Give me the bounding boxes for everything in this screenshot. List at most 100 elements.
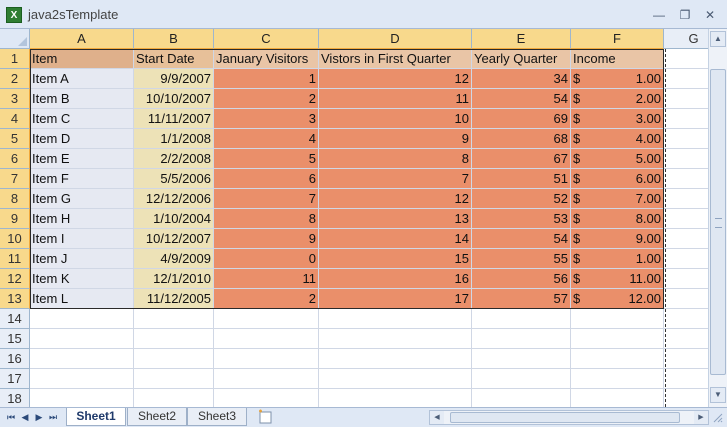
column-header-c[interactable]: C	[214, 29, 319, 49]
cell[interactable]	[664, 369, 708, 389]
cell[interactable]: 16	[319, 269, 472, 289]
cell[interactable]	[571, 309, 664, 329]
cell[interactable]: $3.00	[571, 109, 664, 129]
spreadsheet-grid[interactable]: A B C D E F G 1 Item Start Date January Visitors Vi…	[0, 29, 708, 407]
cell[interactable]	[472, 349, 571, 369]
cell[interactable]: 8	[319, 149, 472, 169]
cell[interactable]	[664, 169, 708, 189]
row-header-17[interactable]: 17	[0, 369, 30, 389]
cell[interactable]	[664, 349, 708, 369]
cell[interactable]: 11/12/2005	[134, 289, 214, 309]
cell[interactable]: Item B	[30, 89, 134, 109]
row-header-4[interactable]: 4	[0, 109, 30, 129]
horizontal-scrollbar[interactable]: ◀ ▶	[429, 410, 709, 425]
cell[interactable]	[134, 349, 214, 369]
cell[interactable]: 54	[472, 89, 571, 109]
cell[interactable]: 12	[319, 69, 472, 89]
cell[interactable]: 68	[472, 129, 571, 149]
scroll-down-icon[interactable]: ▼	[710, 387, 726, 403]
scroll-left-icon[interactable]: ◀	[430, 411, 444, 424]
cell[interactable]	[319, 329, 472, 349]
cell[interactable]	[664, 289, 708, 309]
cell[interactable]: $7.00	[571, 189, 664, 209]
cell[interactable]	[664, 89, 708, 109]
column-header-b[interactable]: B	[134, 29, 214, 49]
cell[interactable]	[664, 329, 708, 349]
column-header-a[interactable]: A	[30, 29, 134, 49]
cell[interactable]: Item K	[30, 269, 134, 289]
cell[interactable]	[571, 329, 664, 349]
cell[interactable]: $2.00	[571, 89, 664, 109]
cell[interactable]	[214, 329, 319, 349]
cell[interactable]: 10	[319, 109, 472, 129]
cell[interactable]: Item D	[30, 129, 134, 149]
cell[interactable]	[664, 229, 708, 249]
row-header-8[interactable]: 8	[0, 189, 30, 209]
restore-icon[interactable]: ❐	[677, 7, 693, 23]
cell[interactable]: 34	[472, 69, 571, 89]
row-header-18[interactable]: 18	[0, 389, 30, 407]
sheet-tab-sheet2[interactable]: Sheet2	[127, 408, 187, 426]
cell[interactable]	[571, 389, 664, 407]
cell[interactable]	[472, 309, 571, 329]
cell[interactable]: 13	[319, 209, 472, 229]
cell[interactable]	[134, 369, 214, 389]
cell[interactable]: $6.00	[571, 169, 664, 189]
column-header-e[interactable]: E	[472, 29, 571, 49]
cell[interactable]: 1/10/2004	[134, 209, 214, 229]
next-sheet-icon[interactable]: ▶	[33, 410, 45, 424]
cell[interactable]	[472, 389, 571, 407]
sheet-tab-sheet3[interactable]: Sheet3	[187, 408, 247, 426]
cell[interactable]	[30, 349, 134, 369]
cell[interactable]: 5/5/2006	[134, 169, 214, 189]
cell[interactable]	[664, 309, 708, 329]
cell[interactable]	[319, 369, 472, 389]
cell[interactable]: $4.00	[571, 129, 664, 149]
header-cell[interactable]: Income	[571, 49, 664, 69]
cell[interactable]: 6	[214, 169, 319, 189]
cell[interactable]: $1.00	[571, 249, 664, 269]
excel-icon[interactable]: X	[6, 7, 22, 23]
header-cell[interactable]: Start Date	[134, 49, 214, 69]
cell[interactable]: $1.00	[571, 69, 664, 89]
cell[interactable]: 69	[472, 109, 571, 129]
cell[interactable]: 11	[214, 269, 319, 289]
row-header-9[interactable]: 9	[0, 209, 30, 229]
cell[interactable]: 11	[319, 89, 472, 109]
column-header-f[interactable]: F	[571, 29, 664, 49]
row-header-14[interactable]: 14	[0, 309, 30, 329]
cell[interactable]: 56	[472, 269, 571, 289]
cell[interactable]	[472, 369, 571, 389]
row-header-5[interactable]: 5	[0, 129, 30, 149]
row-header-7[interactable]: 7	[0, 169, 30, 189]
cell[interactable]: $5.00	[571, 149, 664, 169]
cell[interactable]: 0	[214, 249, 319, 269]
cell[interactable]: 12/12/2006	[134, 189, 214, 209]
cell[interactable]: Item I	[30, 229, 134, 249]
cell[interactable]: Item E	[30, 149, 134, 169]
cell[interactable]: Item A	[30, 69, 134, 89]
cell[interactable]: 54	[472, 229, 571, 249]
row-header-10[interactable]: 10	[0, 229, 30, 249]
cell[interactable]: Item H	[30, 209, 134, 229]
vertical-scroll-thumb[interactable]	[710, 69, 726, 375]
row-header-1[interactable]: 1	[0, 49, 30, 69]
cell[interactable]	[664, 149, 708, 169]
insert-sheet-icon[interactable]	[256, 409, 274, 425]
cell[interactable]: 14	[319, 229, 472, 249]
cell[interactable]	[30, 309, 134, 329]
cell[interactable]	[30, 389, 134, 407]
column-header-g[interactable]: G	[664, 29, 708, 49]
header-cell[interactable]: January Visitors	[214, 49, 319, 69]
cell[interactable]	[214, 369, 319, 389]
last-sheet-icon[interactable]: ⏭	[47, 410, 59, 424]
cell[interactable]	[571, 349, 664, 369]
select-all-corner[interactable]	[0, 29, 30, 49]
cell[interactable]: 17	[319, 289, 472, 309]
scroll-right-icon[interactable]: ▶	[694, 411, 708, 424]
cell[interactable]	[664, 209, 708, 229]
row-header-15[interactable]: 15	[0, 329, 30, 349]
cell[interactable]	[134, 309, 214, 329]
cell[interactable]: 2	[214, 89, 319, 109]
cell[interactable]: 4/9/2009	[134, 249, 214, 269]
